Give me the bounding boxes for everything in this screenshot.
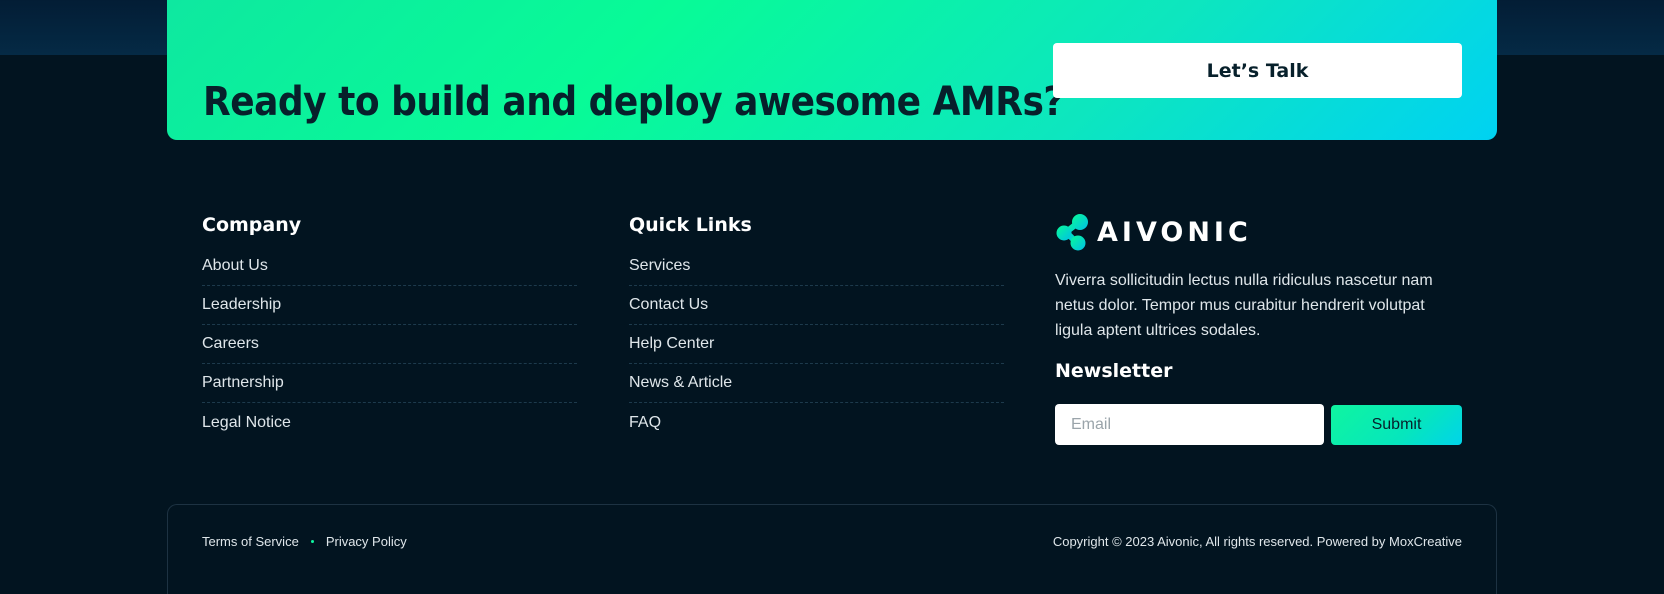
molecule-logo-icon xyxy=(1056,214,1088,251)
privacy-policy-link[interactable]: Privacy Policy xyxy=(326,534,407,549)
cta-banner: Ready to build and deploy awesome AMRs? … xyxy=(167,0,1497,140)
list-item: FAQ xyxy=(629,403,1004,442)
list-item: Help Center xyxy=(629,325,1004,364)
quick-links-list: Services Contact Us Help Center News & A… xyxy=(629,247,1004,442)
brand-logo[interactable]: AIVONIC xyxy=(1055,213,1252,251)
lets-talk-button[interactable]: Let’s Talk xyxy=(1053,43,1462,98)
list-item: Contact Us xyxy=(629,286,1004,325)
company-link-partnership[interactable]: Partnership xyxy=(202,374,284,392)
quick-link-faq[interactable]: FAQ xyxy=(629,414,661,432)
list-item: Partnership xyxy=(202,364,577,403)
list-item: Careers xyxy=(202,325,577,364)
company-links: About Us Leadership Careers Partnership … xyxy=(202,247,577,442)
quick-links-title: Quick Links xyxy=(629,214,752,236)
list-item: Leadership xyxy=(202,286,577,325)
submit-button[interactable]: Submit xyxy=(1331,405,1462,445)
terms-of-service-link[interactable]: Terms of Service xyxy=(202,534,299,549)
cta-heading: Ready to build and deploy awesome AMRs? xyxy=(203,79,1064,126)
quick-link-contact-us[interactable]: Contact Us xyxy=(629,296,708,314)
newsletter-title: Newsletter xyxy=(1055,360,1173,382)
list-item: Legal Notice xyxy=(202,403,577,442)
company-link-careers[interactable]: Careers xyxy=(202,335,259,353)
footer-bottom-bar xyxy=(167,504,1497,594)
logo-text: AIVONIC xyxy=(1097,216,1252,248)
company-link-legal-notice[interactable]: Legal Notice xyxy=(202,414,291,432)
email-input[interactable] xyxy=(1055,404,1324,445)
brand-description: Viverra sollicitudin lectus nulla ridicu… xyxy=(1055,272,1433,339)
list-item: About Us xyxy=(202,247,577,286)
company-link-about-us[interactable]: About Us xyxy=(202,257,268,275)
copyright-text: Copyright © 2023 Aivonic, All rights res… xyxy=(1052,534,1462,549)
company-title: Company xyxy=(202,214,302,236)
quick-link-services[interactable]: Services xyxy=(629,257,690,275)
separator-dot-icon xyxy=(310,540,314,543)
legal-links: Terms of Service Privacy Policy xyxy=(202,534,407,549)
quick-link-help-center[interactable]: Help Center xyxy=(629,335,714,353)
company-link-leadership[interactable]: Leadership xyxy=(202,296,281,314)
quick-link-news-article[interactable]: News & Article xyxy=(629,374,732,392)
list-item: News & Article xyxy=(629,364,1004,403)
list-item: Services xyxy=(629,247,1004,286)
